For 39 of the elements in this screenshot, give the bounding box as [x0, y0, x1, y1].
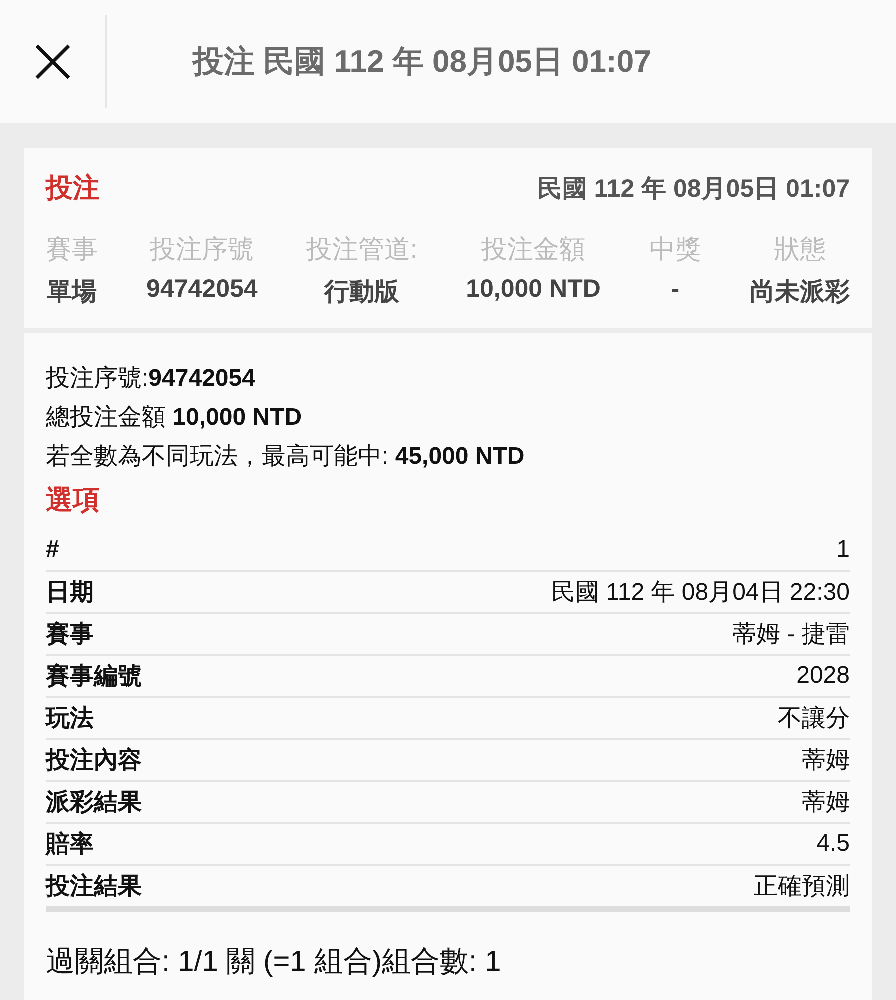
row-value: 4.5 [816, 830, 850, 858]
row-label: 賠率 [46, 830, 94, 860]
column-label: 賽事 [46, 233, 98, 266]
row-value: 民國 112 年 08月04日 22:30 [552, 578, 850, 608]
bet-datetime: 民國 112 年 08月05日 01:07 [537, 174, 850, 204]
row-label: 賽事 [46, 620, 94, 650]
column-value: 行動版 [324, 277, 400, 308]
combination-text: 過關組合: 1/1 關 (=1 組合)組合數: 1 [46, 945, 502, 980]
row-value: 不讓分 [778, 704, 850, 734]
row-value: 1 [836, 536, 850, 564]
close-icon [34, 44, 70, 80]
row-label: 賽事編號 [46, 662, 142, 692]
row-label: 投注結果 [46, 872, 142, 902]
row-value: 2028 [796, 662, 850, 690]
column-value: - [671, 275, 680, 304]
row-value: 正確預測 [754, 872, 850, 902]
bet-info-line: 投注序號:94742054 [46, 364, 256, 394]
row-value: 蒂姆 - 捷雷 [732, 620, 850, 650]
row-label: 日期 [46, 578, 94, 608]
header-title: 投注 民國 112 年 08月05日 01:07 [191, 42, 652, 80]
options-heading: 選項 [46, 484, 101, 517]
row-label: 投注內容 [46, 746, 142, 776]
column-value: 單場 [47, 277, 97, 308]
column-value: 94742054 [146, 275, 258, 304]
bet-info-line: 若全數為不同玩法，最高可能中: 45,000 NTD [46, 442, 526, 472]
row-label: 玩法 [46, 704, 94, 734]
column-value: 尚未派彩 [750, 277, 850, 308]
row-value: 蒂姆 [802, 788, 850, 818]
row-label: # [46, 536, 60, 564]
column-label: 投注序號 [150, 233, 254, 266]
column-value: 10,000 NTD [466, 275, 601, 304]
column-label: 狀態 [774, 233, 826, 266]
bet-info-line: 總投注金額 10,000 NTD [46, 403, 304, 433]
section-heading: 投注 [46, 172, 100, 205]
column-label: 中獎 [649, 233, 702, 266]
row-label: 派彩結果 [46, 788, 142, 818]
column-label: 投注金額 [482, 233, 586, 266]
column-label: 投注管道: [306, 233, 418, 266]
row-value: 蒂姆 [802, 746, 850, 776]
